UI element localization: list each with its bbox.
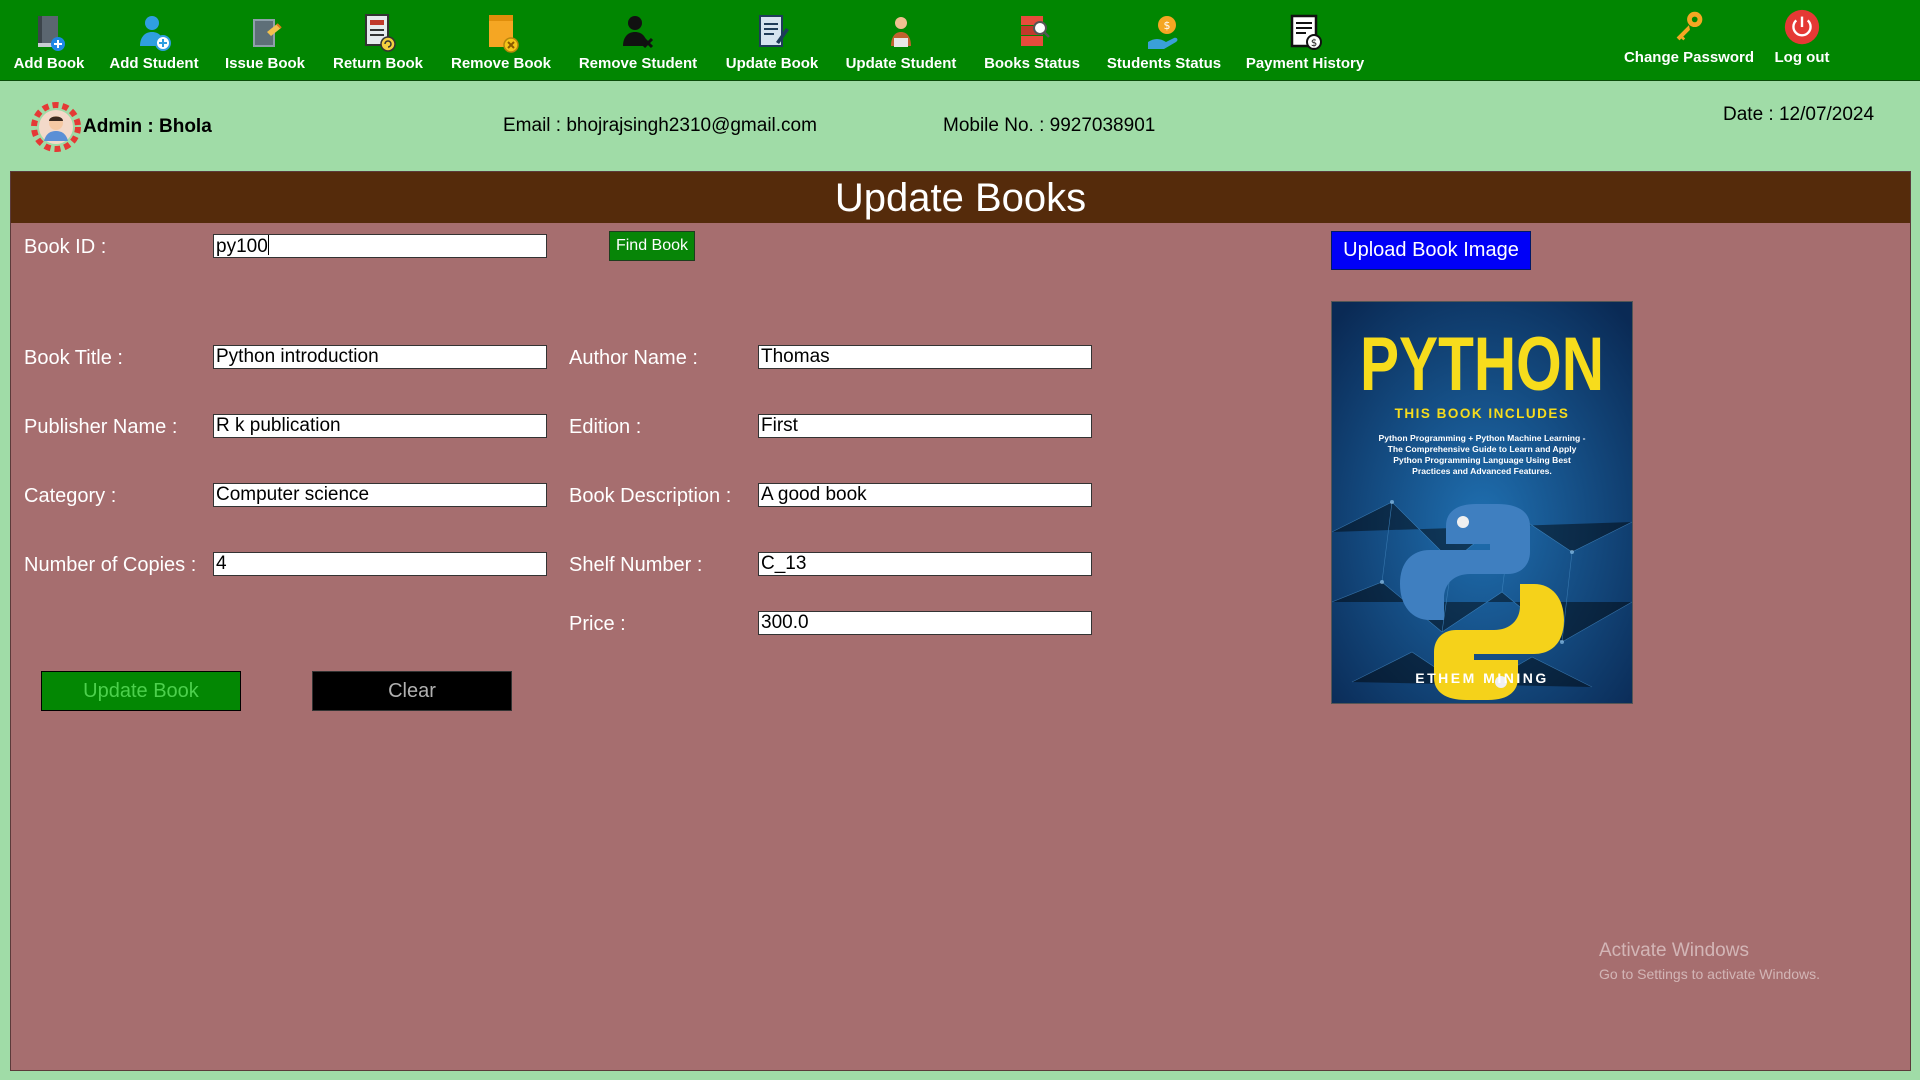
students-status-icon: $ <box>1148 16 1178 49</box>
book-title-label: Book Title : <box>24 347 123 369</box>
toolbar-update-student[interactable]: Update Student <box>842 0 960 80</box>
author-name-input[interactable]: Thomas <box>758 345 1092 369</box>
cover-blurb-line: The Comprehensive Guide to Learn and App… <box>1388 444 1577 454</box>
toolbar-label: Remove Book <box>450 55 552 72</box>
remove-book-icon <box>489 15 519 53</box>
toolbar-label: Change Password <box>1623 49 1755 66</box>
power-icon <box>1784 9 1820 45</box>
activate-windows-title: Activate Windows <box>1599 940 1749 961</box>
edition-input[interactable]: First <box>758 414 1092 438</box>
category-input[interactable]: Computer science <box>213 483 547 507</box>
admin-name: Admin : Bhola <box>83 116 212 137</box>
toolbar-return-book[interactable]: Return Book <box>328 0 428 80</box>
shelf-number-input[interactable]: C_13 <box>758 552 1092 576</box>
text-caret <box>267 235 269 255</box>
clear-button[interactable]: Clear <box>312 671 512 711</box>
update-books-panel: Update Books Book ID : py100 Find Book B… <box>10 171 1911 1071</box>
admin-mobile: Mobile No. : 9927038901 <box>943 115 1156 136</box>
publisher-name-label: Publisher Name : <box>24 416 178 438</box>
toolbar-label: Books Status <box>984 55 1080 72</box>
cover-author: ETHEM MINING <box>1415 670 1548 686</box>
number-of-copies-label: Number of Copies : <box>24 554 197 576</box>
author-name-label: Author Name : <box>569 347 698 369</box>
panel-title: Update Books <box>11 172 1910 223</box>
shelf-number-label: Shelf Number : <box>569 554 703 576</box>
toolbar-label: Add Book <box>13 55 85 72</box>
update-book-icon <box>759 15 789 47</box>
book-cover-art: PYTHON THIS BOOK INCLUDES Python Program… <box>1332 302 1632 703</box>
category-label: Category : <box>24 485 117 507</box>
admin-email: Email : bhojrajsingh2310@gmail.com <box>503 115 817 136</box>
toolbar-issue-book[interactable]: Issue Book <box>220 0 310 80</box>
books-status-icon <box>1021 16 1050 46</box>
toolbar-label: Payment History <box>1245 55 1365 72</box>
toolbar-add-book[interactable]: Add Book <box>10 0 88 80</box>
top-toolbar: Add Book Add Student Issue Book Return B… <box>0 0 1920 81</box>
cover-title: PYTHON <box>1360 322 1604 407</box>
cover-blurb-line: Python Programming + Python Machine Lear… <box>1379 433 1586 443</box>
book-description-label: Book Description : <box>569 485 732 507</box>
book-id-value: py100 <box>216 236 268 257</box>
toolbar-logout[interactable]: Log out <box>1766 0 1838 80</box>
toolbar-update-book[interactable]: Update Book <box>722 0 822 80</box>
toolbar-label: Students Status <box>1106 55 1222 72</box>
toolbar-label: Issue Book <box>224 55 306 72</box>
book-id-label: Book ID : <box>24 236 107 258</box>
upload-book-image-button[interactable]: Upload Book Image <box>1331 231 1531 270</box>
update-book-button[interactable]: Update Book <box>41 671 241 711</box>
toolbar-label: Log out <box>1774 49 1830 66</box>
cover-subtitle: THIS BOOK INCLUDES <box>1395 406 1570 421</box>
book-title-input[interactable]: Python introduction <box>213 345 547 369</box>
issue-book-icon <box>253 19 282 47</box>
toolbar-label: Add Student <box>109 55 199 72</box>
toolbar-remove-student[interactable]: Remove Student <box>574 0 702 80</box>
current-date: Date : 12/07/2024 <box>1723 104 1875 125</box>
return-book-icon <box>365 14 396 52</box>
key-icon <box>1676 11 1703 41</box>
number-of-copies-input[interactable]: 4 <box>213 552 547 576</box>
book-cover-image: PYTHON THIS BOOK INCLUDES Python Program… <box>1331 301 1633 704</box>
toolbar-payment-history[interactable]: $ Payment History <box>1244 0 1366 80</box>
add-student-icon <box>140 16 171 51</box>
payment-history-icon: $ <box>1290 14 1322 50</box>
cover-blurb-line: Python Programming Language Using Best <box>1393 455 1571 465</box>
activate-windows-subtitle: Go to Settings to activate Windows. <box>1599 966 1820 982</box>
price-input[interactable]: 300.0 <box>758 611 1092 635</box>
admin-avatar-icon <box>31 102 81 152</box>
toolbar-books-status[interactable]: Books Status <box>980 0 1084 80</box>
toolbar-add-student[interactable]: Add Student <box>108 0 200 80</box>
toolbar-label: Update Student <box>845 55 957 72</box>
remove-student-icon <box>623 16 654 49</box>
toolbar-label: Update Book <box>725 55 819 72</box>
toolbar-label: Return Book <box>333 55 423 72</box>
add-book-icon <box>38 16 65 51</box>
publisher-name-input[interactable]: R k publication <box>213 414 547 438</box>
toolbar-change-password[interactable]: Change Password <box>1622 0 1756 80</box>
svg-text:$: $ <box>1311 38 1317 49</box>
find-book-button[interactable]: Find Book <box>609 231 695 261</box>
update-student-icon <box>891 17 911 47</box>
edition-label: Edition : <box>569 416 642 438</box>
toolbar-label: Remove Student <box>578 55 698 72</box>
toolbar-remove-book[interactable]: Remove Book <box>448 0 554 80</box>
cover-blurb-line: Practices and Advanced Features. <box>1412 466 1552 476</box>
price-label: Price : <box>569 613 626 635</box>
svg-text:$: $ <box>1164 19 1171 32</box>
book-description-input[interactable]: A good book <box>758 483 1092 507</box>
book-id-input[interactable]: py100 <box>213 234 547 258</box>
toolbar-students-status[interactable]: $ Students Status <box>1104 0 1224 80</box>
